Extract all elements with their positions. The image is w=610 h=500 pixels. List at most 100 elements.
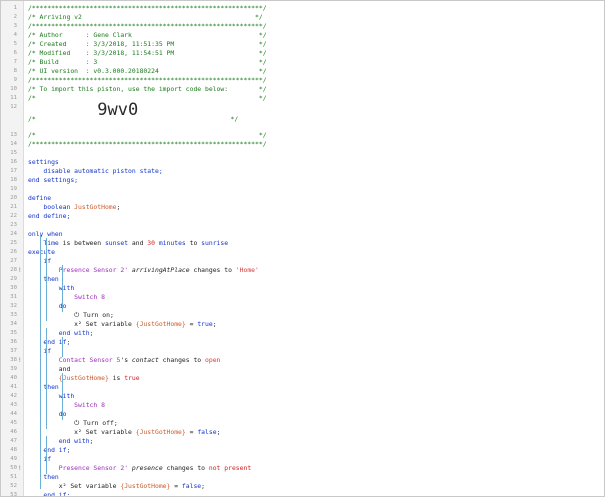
import-code: 9wv0 bbox=[97, 100, 139, 120]
line-code: /* Modified : 3/3/2018, 11:54:51 PM */ bbox=[28, 49, 267, 58]
code-line: 6 /* Modified : 3/3/2018, 11:54:51 PM */ bbox=[1, 49, 604, 58]
code-line: 45 ⏻ Turn off; bbox=[1, 419, 604, 428]
line-number: 45 bbox=[10, 420, 17, 426]
code-token: 'Home' bbox=[235, 266, 259, 274]
line-number: 48 bbox=[10, 447, 17, 453]
code-line: 44 do bbox=[1, 410, 604, 419]
code-line: 27 if bbox=[1, 257, 604, 266]
code-token: JustGotHome bbox=[74, 203, 117, 211]
line-number: 36 bbox=[10, 339, 17, 345]
code-token: end settings; bbox=[28, 176, 79, 184]
line-number: 33 bbox=[10, 312, 17, 318]
code-line: 49 if bbox=[1, 455, 604, 464]
code-token: x² Set variable bbox=[28, 428, 136, 436]
code-token: false bbox=[181, 482, 202, 490]
line-code: end if; bbox=[28, 338, 70, 347]
comment-text: */ bbox=[138, 115, 239, 123]
code-line: 2 /* Arriving v2 */ bbox=[1, 13, 604, 22]
line-code: /* Created : 3/3/2018, 11:51:35 PM */ bbox=[28, 40, 267, 49]
code-token: ; bbox=[216, 428, 221, 436]
line-number: 24 bbox=[10, 231, 17, 237]
code-token: x² Set variable bbox=[28, 482, 121, 490]
code-token: minutes bbox=[155, 239, 186, 247]
code-token: then bbox=[43, 473, 59, 481]
code-token: end if; bbox=[43, 338, 71, 346]
line-number: 16 bbox=[10, 159, 17, 165]
comment-text: /***************************************… bbox=[28, 76, 267, 84]
code-line: 36 end if; bbox=[1, 338, 604, 347]
line-number: 1 bbox=[13, 5, 17, 11]
code-line: 1 /**************************************… bbox=[1, 4, 604, 13]
code-line: 51 then bbox=[1, 473, 604, 482]
line-code: /* Build : 3 */ bbox=[28, 58, 267, 67]
code-token: end if; bbox=[43, 446, 71, 454]
code-line: 19 bbox=[1, 185, 604, 194]
line-number: 41 bbox=[10, 384, 17, 390]
comment-text: /* */ bbox=[28, 94, 267, 102]
code-line: 10 /* To import this piston, use the impo… bbox=[1, 85, 604, 94]
line-code: /* */ bbox=[28, 131, 267, 140]
code-line: 50! Presence Sensor 2' presence changes … bbox=[1, 464, 604, 473]
line-code: and bbox=[28, 365, 71, 374]
comment-text: /* Created : 3/3/2018, 11:51:35 PM */ bbox=[28, 40, 267, 48]
line-number: 29 bbox=[10, 276, 17, 282]
code-line: 17 disable automatic piston state; bbox=[1, 167, 604, 176]
code-token: Presence Sensor 2' bbox=[58, 464, 129, 472]
line-number: 37 bbox=[10, 348, 17, 354]
code-line: 30 with bbox=[1, 284, 604, 293]
line-number: 13 bbox=[10, 132, 17, 138]
code-line: 35 end with; bbox=[1, 329, 604, 338]
line-number: 17 bbox=[10, 168, 17, 174]
code-token: if bbox=[43, 347, 52, 355]
code-line: 28! Presence Sensor 2' arrivingAtPlace c… bbox=[1, 266, 604, 275]
code-line: 53 end if; bbox=[1, 491, 604, 497]
line-code: x² Set variable {JustGotHome} = false; bbox=[28, 482, 205, 491]
line-code: /* Author : Gene Clark */ bbox=[28, 31, 267, 40]
code-line: 9 /**************************************… bbox=[1, 76, 604, 85]
line-number: 53 bbox=[10, 492, 17, 497]
code-token: ; bbox=[116, 203, 121, 211]
comment-text: /* To import this piston, use the import… bbox=[28, 85, 267, 93]
code-token: and bbox=[28, 365, 71, 373]
line-number: 49 bbox=[10, 456, 17, 462]
comment-text: /***************************************… bbox=[28, 140, 267, 148]
code-token: execute bbox=[28, 248, 55, 256]
comment-text: /* Arriving v2 */ bbox=[28, 13, 263, 21]
line-code: ⏻ Turn off; bbox=[28, 419, 118, 428]
code-token: Contact Sensor 5 bbox=[58, 356, 121, 364]
line-number: 32 bbox=[10, 303, 17, 309]
line-number: 40 bbox=[10, 375, 17, 381]
code-line: 31 Switch 8 bbox=[1, 293, 604, 302]
code-editor: 1 /**************************************… bbox=[0, 0, 605, 497]
line-number: 39 bbox=[10, 366, 17, 372]
code-token: sunset bbox=[104, 239, 129, 247]
line-number: 7 bbox=[13, 59, 17, 65]
line-number: 23 bbox=[10, 222, 17, 228]
comment-text: /***************************************… bbox=[28, 22, 267, 30]
code-line: 12 /* 9wv0 */ bbox=[1, 100, 604, 131]
code-line: 41 then bbox=[1, 383, 604, 392]
line-code: end settings; bbox=[28, 176, 78, 185]
line-number: 46 bbox=[10, 429, 17, 435]
line-number: 4 bbox=[13, 32, 17, 38]
line-number: 12 bbox=[10, 104, 17, 110]
code-token: = bbox=[185, 428, 198, 436]
code-line: 33 ⏻ Turn on; bbox=[1, 311, 604, 320]
code-token: and bbox=[128, 239, 148, 247]
code-line: 21 boolean JustGotHome; bbox=[1, 203, 604, 212]
line-number: 18 bbox=[10, 177, 17, 183]
code-token: {JustGotHome} bbox=[120, 482, 171, 490]
code-line: 22 end define; bbox=[1, 212, 604, 221]
line-number: 14 bbox=[10, 141, 17, 147]
code-token: changes to bbox=[158, 356, 205, 364]
code-token: end define; bbox=[28, 212, 71, 220]
code-line: 43 Switch 8 bbox=[1, 401, 604, 410]
